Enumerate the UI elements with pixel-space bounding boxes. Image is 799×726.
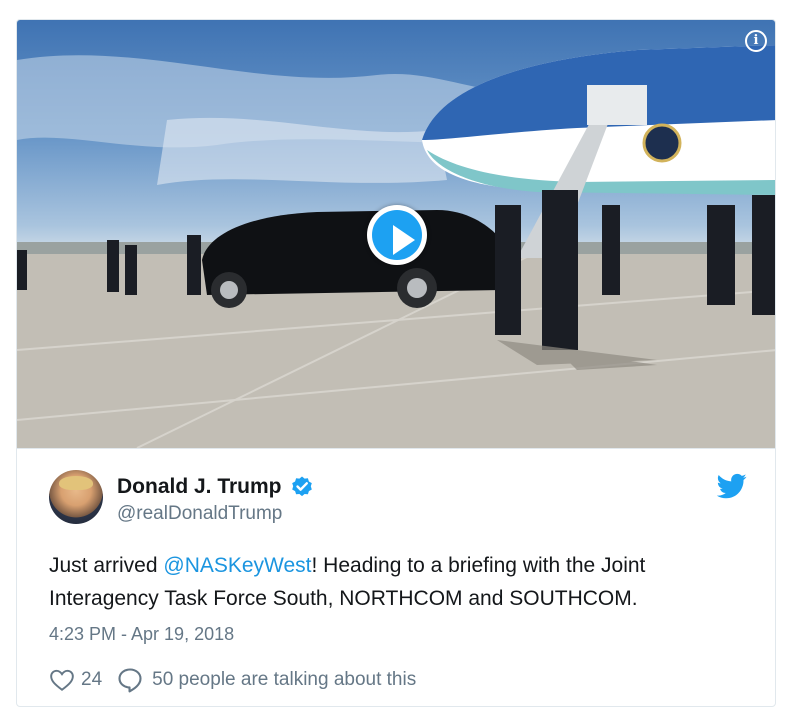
tweet-actions: 24 50 people are talking about this [49, 665, 416, 695]
twitter-bird-icon[interactable] [717, 471, 747, 501]
mention-link[interactable]: @NASKeyWest [163, 554, 311, 577]
talking-about-link[interactable]: 50 people are talking about this [152, 669, 416, 691]
author-handle[interactable]: @realDonaldTrump [117, 503, 282, 525]
verified-badge-icon [291, 476, 312, 497]
tweet-body: Donald J. Trump @realDonaldTrump Just ar… [17, 448, 775, 706]
play-button[interactable] [367, 205, 427, 265]
author-row[interactable]: Donald J. Trump [117, 474, 314, 500]
reply-bubble-icon[interactable] [116, 666, 144, 694]
tweet-text-before: Just arrived [49, 554, 164, 577]
tweet-text: Just arrived @NASKeyWest! Heading to a b… [49, 549, 749, 615]
embedded-tweet-card[interactable]: i Donald J. Trump @realDonaldTrump Just … [16, 19, 776, 707]
like-count[interactable]: 24 [81, 669, 102, 691]
author-name[interactable]: Donald J. Trump [117, 475, 282, 499]
heart-icon[interactable] [49, 667, 75, 693]
info-icon[interactable]: i [745, 30, 767, 52]
play-icon [372, 210, 422, 260]
tweet-timestamp[interactable]: 4:23 PM - Apr 19, 2018 [49, 624, 234, 645]
tweet-video-thumbnail[interactable]: i [17, 20, 775, 448]
avatar[interactable] [49, 470, 103, 524]
